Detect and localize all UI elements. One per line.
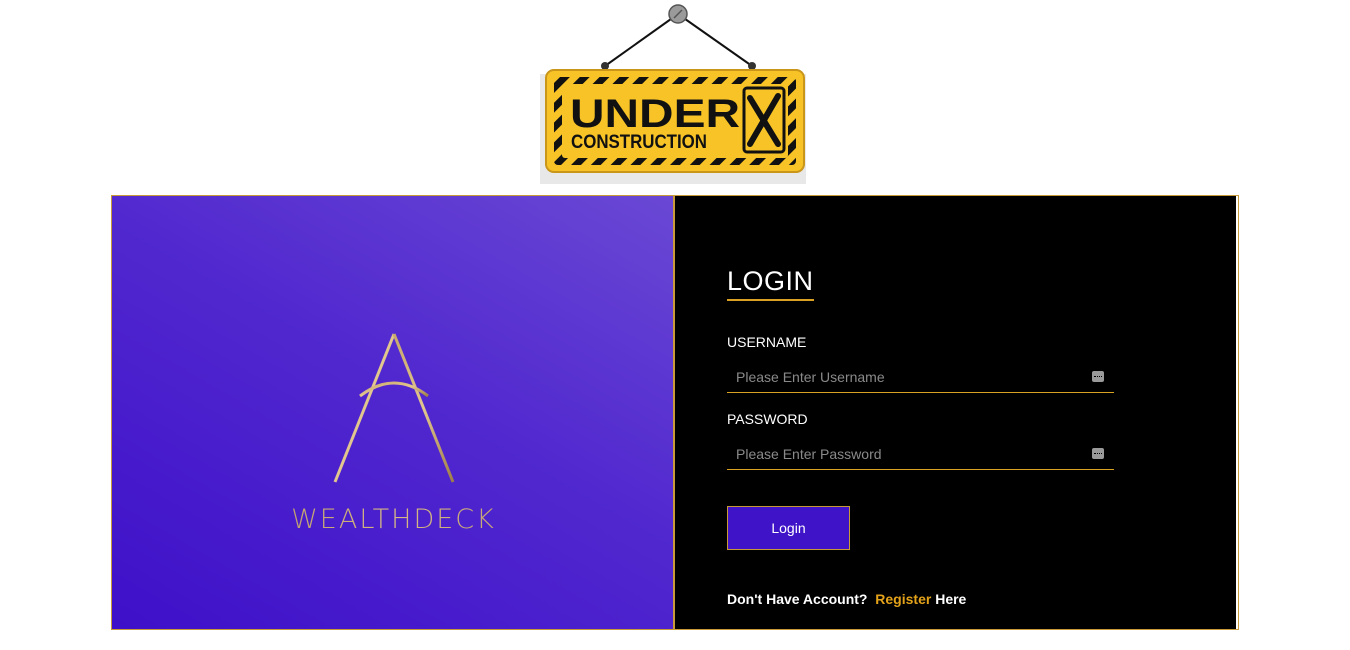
under-construction-sign: UNDER CONSTRUCTION xyxy=(538,0,814,184)
register-prompt: Don't Have Account? Register Here xyxy=(727,591,966,607)
brand-name: WEALTHDECK xyxy=(112,504,675,535)
username-field-wrapper xyxy=(727,362,1114,393)
wealthdeck-logo-icon xyxy=(333,292,455,483)
brand-panel: WEALTHDECK xyxy=(112,196,675,629)
login-button[interactable]: Login xyxy=(727,506,850,550)
login-panel: LOGIN USERNAME PASSWORD Login Don't Have… xyxy=(675,196,1236,629)
register-link[interactable]: Register xyxy=(875,591,931,607)
username-label: USERNAME xyxy=(727,334,807,350)
password-label: PASSWORD xyxy=(727,411,808,427)
login-card: WEALTHDECK LOGIN USERNAME PASSWORD Login… xyxy=(111,195,1239,630)
no-account-text: Don't Have Account? xyxy=(727,591,868,607)
login-title: LOGIN xyxy=(727,266,814,301)
register-suffix: Here xyxy=(935,591,967,607)
sign-line-1: UNDER xyxy=(570,92,740,136)
autofill-key-icon[interactable] xyxy=(1092,448,1104,459)
autofill-key-icon[interactable] xyxy=(1092,371,1104,382)
sign-line-2: CONSTRUCTION xyxy=(571,132,707,153)
password-field-wrapper xyxy=(727,439,1114,470)
password-input[interactable] xyxy=(727,440,1076,468)
username-input[interactable] xyxy=(727,363,1076,391)
sign-graphic: UNDER CONSTRUCTION xyxy=(540,4,806,184)
